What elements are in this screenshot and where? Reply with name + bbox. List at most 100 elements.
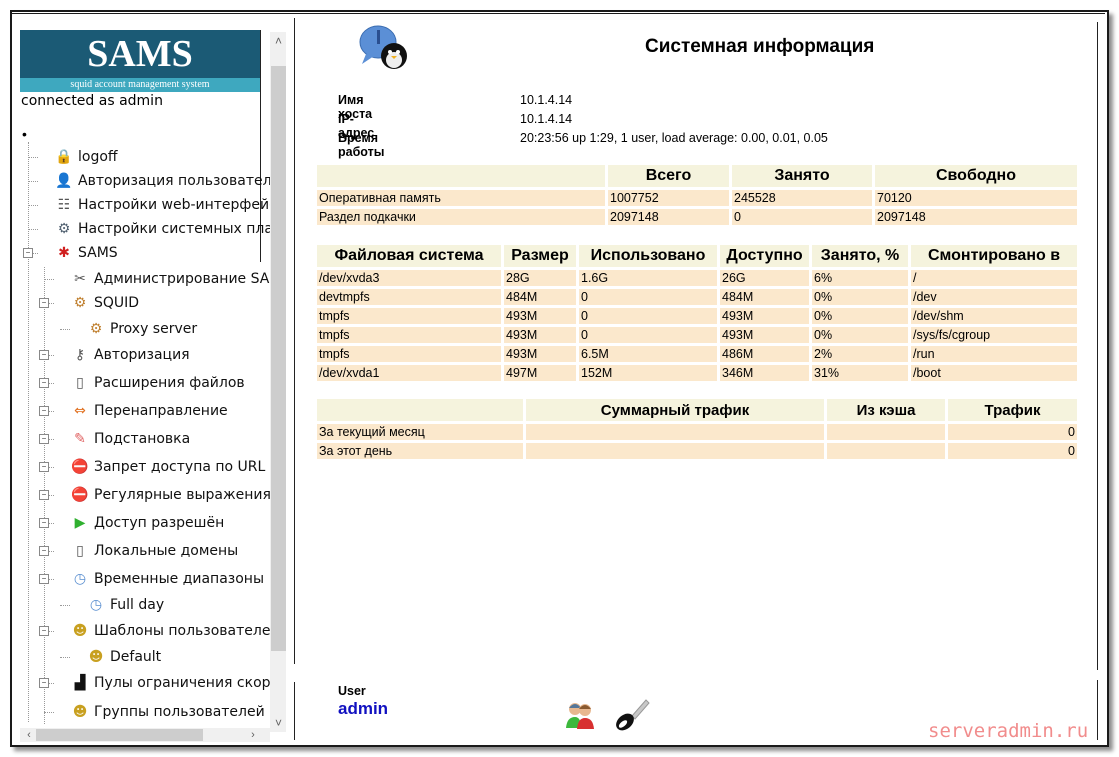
info-label: Время работы	[338, 131, 385, 159]
sidebar-item-label: Перенаправление	[94, 403, 228, 419]
table-row: tmpfs 493M 6.5M 486M 2%/run	[317, 346, 1077, 362]
sidebar-item-4[interactable]: ✱ SAMS	[54, 241, 118, 265]
collapse-toggle-icon[interactable]: −	[39, 462, 49, 472]
sidebar-item-5[interactable]: ✂ Администрирование SAMS	[70, 267, 286, 291]
table-cell: Раздел подкачки	[317, 209, 605, 225]
tree-connector	[28, 181, 38, 182]
sidebar-item-15[interactable]: ▯ Локальные домены	[70, 539, 238, 563]
scroll-left-arrow-icon[interactable]: ‹	[22, 728, 36, 742]
scroll-right-arrow-icon[interactable]: ›	[246, 728, 260, 742]
sidebar-item-8[interactable]: ⚷ Авторизация	[70, 343, 190, 367]
table-cell: 28G	[504, 270, 576, 286]
table-cell	[526, 424, 824, 440]
table-cell: 152M	[579, 365, 717, 381]
table-row: За этот день 0	[317, 443, 1077, 459]
sidebar-item-6[interactable]: ⚙ SQUID	[70, 291, 139, 315]
sidebar-vertical-scrollbar[interactable]: ˄ ˅	[270, 32, 286, 732]
sidebar-item-11[interactable]: ✎ Подстановка	[70, 427, 190, 451]
sams-logo-subtitle: squid account management system	[20, 78, 260, 92]
key-icon[interactable]	[614, 698, 650, 732]
column-header: Занято	[732, 165, 872, 187]
table-cell: /run	[911, 346, 1077, 362]
sidebar-item-0[interactable]: 🔒 logoff	[54, 145, 117, 169]
collapse-toggle-icon[interactable]: −	[39, 490, 49, 500]
lock-icon: 🔒	[55, 149, 73, 165]
table-cell: 1.6G	[579, 270, 717, 286]
column-header: Смонтировано в	[911, 245, 1077, 267]
sidebar-item-17[interactable]: ◷ Full day	[86, 593, 164, 617]
collapse-toggle-icon[interactable]: −	[39, 434, 49, 444]
filesystem-table: Файловая система Размер Использовано Дос…	[314, 242, 1080, 384]
sidebar-item-14[interactable]: ▶ Доступ разрешён	[70, 511, 225, 535]
memory-table: Всего Занято Свободно Оперативная память…	[314, 162, 1080, 228]
sidebar-item-20[interactable]: ▟ Пулы ограничения скорости	[70, 671, 286, 695]
table-cell: 70120	[875, 190, 1077, 206]
sidebar-item-16[interactable]: ◷ Временные диапазоны	[70, 567, 264, 591]
collapse-toggle-icon[interactable]: −	[39, 574, 49, 584]
table-row: Раздел подкачки 2097148 0 2097148	[317, 209, 1077, 225]
table-cell: 1007752	[608, 190, 729, 206]
table-cell: tmpfs	[317, 346, 501, 362]
table-cell: 6%	[812, 270, 908, 286]
sidebar-item-7[interactable]: ⚙ Proxy server	[86, 317, 197, 341]
table-cell: 493M	[504, 327, 576, 343]
tree-connector	[28, 229, 38, 230]
collapse-toggle-icon[interactable]: −	[39, 298, 49, 308]
table-cell: За текущий месяц	[317, 424, 523, 440]
user-auth-icon: 👤	[55, 173, 73, 189]
collapse-toggle-icon[interactable]: −	[39, 406, 49, 416]
vertical-scroll-thumb[interactable]	[271, 66, 286, 651]
sidebar-item-21[interactable]: ☻ Группы пользователей	[70, 700, 265, 724]
tree-connector	[28, 205, 38, 206]
table-cell: 31%	[812, 365, 908, 381]
collapse-toggle-icon[interactable]: −	[39, 626, 49, 636]
sidebar-item-9[interactable]: ▯ Расширения файлов	[70, 371, 245, 395]
table-cell: Оперативная память	[317, 190, 605, 206]
speed-chart-icon: ▟	[74, 675, 86, 691]
right-border	[1097, 22, 1098, 670]
table-cell: 0%	[812, 308, 908, 324]
info-value: 10.1.4.14	[520, 112, 573, 126]
table-row: За текущий месяц 0	[317, 424, 1077, 440]
sidebar-item-19[interactable]: ☻ Default	[86, 645, 161, 669]
regex-deny-icon: ⛔	[71, 487, 89, 503]
sidebar-item-13[interactable]: ⛔ Регулярные выражения	[70, 483, 271, 507]
sidebar-item-10[interactable]: ⇔ Перенаправление	[70, 399, 228, 423]
column-header: Всего	[608, 165, 729, 187]
sams-icon: ✱	[58, 245, 70, 261]
column-header: Суммарный трафик	[526, 399, 824, 421]
collapse-toggle-icon[interactable]: −	[39, 350, 49, 360]
users-icon[interactable]	[565, 700, 595, 730]
right-border-lower	[1097, 680, 1098, 740]
scroll-down-arrow-icon[interactable]: ˅	[270, 714, 286, 732]
collapse-toggle-icon[interactable]: −	[23, 248, 33, 258]
horizontal-scroll-thumb[interactable]	[36, 729, 203, 741]
table-row: tmpfs 493M 0 493M 0%/dev/shm	[317, 308, 1077, 324]
table-cell: 486M	[720, 346, 809, 362]
plugins-gear-icon: ⚙	[57, 221, 71, 237]
clock-icon: ◷	[73, 571, 87, 587]
tree-connector	[28, 157, 38, 158]
tools-icon: ✂	[74, 271, 86, 287]
table-cell: /dev	[911, 289, 1077, 305]
watermark: serveradmin.ru	[928, 720, 1089, 742]
sidebar-item-18[interactable]: ☻ Шаблоны пользователей	[70, 619, 280, 643]
collapse-toggle-icon[interactable]: −	[39, 518, 49, 528]
collapse-toggle-icon[interactable]: −	[39, 378, 49, 388]
scroll-up-arrow-icon[interactable]: ˄	[270, 32, 286, 50]
web-settings-icon: ☷	[57, 197, 71, 213]
sidebar-horizontal-scrollbar[interactable]: ‹ ›	[20, 728, 270, 742]
sidebar-item-label: Регулярные выражения	[94, 487, 271, 503]
sidebar-item-3[interactable]: ⚙ Настройки системных плагинов	[54, 217, 286, 241]
connected-status: connected as admin	[21, 93, 163, 109]
table-cell	[827, 424, 945, 440]
collapse-toggle-icon[interactable]: −	[39, 678, 49, 688]
sidebar-item-2[interactable]: ☷ Настройки web-интерфейса	[54, 193, 286, 217]
collapse-toggle-icon[interactable]: −	[39, 546, 49, 556]
table-row: /dev/xvda1 497M 152M 346M 31%/boot	[317, 365, 1077, 381]
table-cell: 484M	[504, 289, 576, 305]
user-template-icon: ☻	[72, 623, 88, 639]
column-header: Занято, %	[812, 245, 908, 267]
sidebar-item-1[interactable]: 👤 Авторизация пользователя	[54, 169, 280, 193]
sidebar-item-12[interactable]: ⛔ Запрет доступа по URL	[70, 455, 265, 479]
